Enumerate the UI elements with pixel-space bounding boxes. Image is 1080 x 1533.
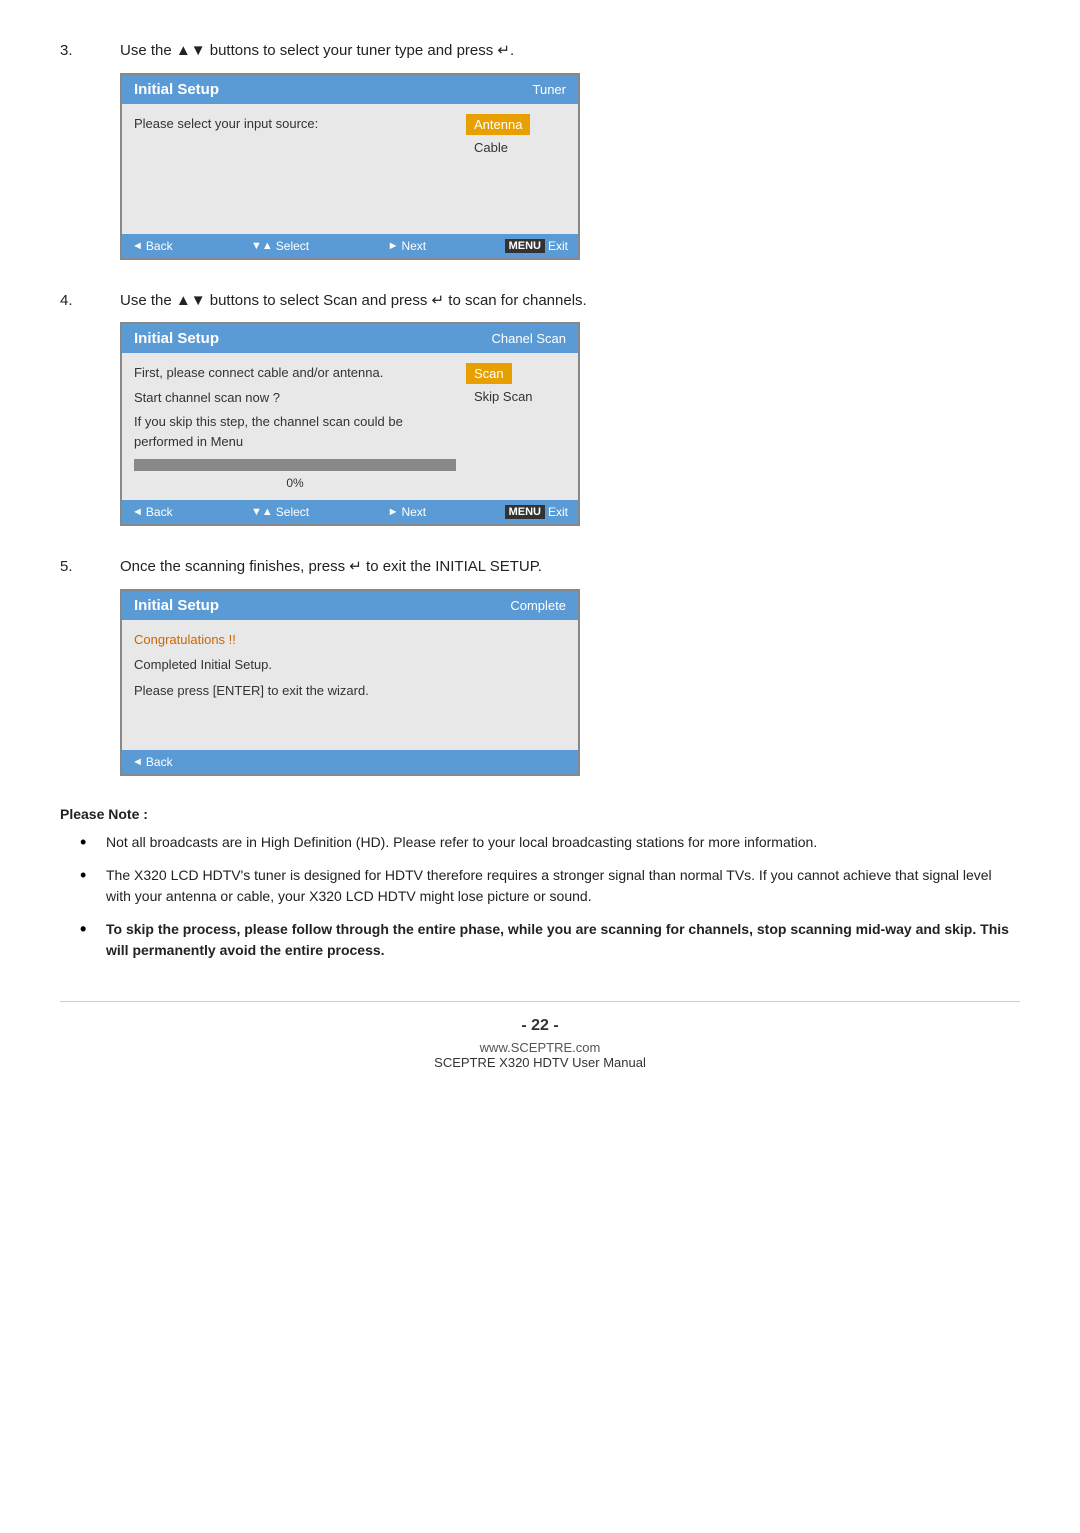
step-4-content: Use the ▲▼ buttons to select Scan and pr… (120, 290, 1020, 527)
step-5-instruction: Once the scanning finishes, press ↵ to e… (120, 556, 1020, 579)
step-number-4: 4. (60, 290, 120, 309)
dialog-scan-header: Initial Setup Chanel Scan (122, 324, 578, 353)
scan-next-icon: ► (388, 506, 399, 518)
option-cable[interactable]: Cable (466, 137, 516, 158)
dialog-scan-options: Scan Skip Scan (466, 363, 566, 490)
scan-progress-bar (134, 459, 456, 471)
footer-next-label: Next (401, 239, 426, 253)
footer-scan-back-btn[interactable]: ◄ Back (132, 505, 173, 519)
dialog-tuner: Initial Setup Tuner Please select your i… (120, 73, 580, 260)
complete-back-icon: ◄ (132, 756, 143, 768)
option-scan[interactable]: Scan (466, 363, 512, 384)
note-item-3: • To skip the process, please follow thr… (80, 919, 1020, 961)
step-4-text-2: buttons to select Scan and press ↵ to sc… (206, 292, 587, 309)
footer-exit-label: Exit (548, 239, 568, 253)
back-icon: ◄ (132, 240, 143, 252)
dialog-tuner-prompt: Please select your input source: (134, 114, 456, 134)
page-number: - 22 - (60, 1017, 1020, 1035)
step-5: 5. Once the scanning finishes, press ↵ t… (60, 556, 1020, 776)
dialog-tuner-section: Tuner (533, 82, 566, 97)
dialog-tuner-body: Please select your input source: Antenna… (122, 104, 578, 234)
menu-box: MENU (505, 239, 545, 253)
select-arrows-icon: ▼▲ (251, 240, 273, 252)
step-3-content: Use the ▲▼ buttons to select your tuner … (120, 40, 1020, 260)
note-item-1: • Not all broadcasts are in High Definit… (80, 832, 1020, 854)
page-footer: - 22 - www.SCEPTRE.com SCEPTRE X320 HDTV… (60, 1001, 1020, 1070)
footer-back-label: Back (146, 239, 173, 253)
step-4: 4. Use the ▲▼ buttons to select Scan and… (60, 290, 1020, 527)
step-number-3: 3. (60, 40, 120, 59)
notes-section: Please Note : • Not all broadcasts are i… (60, 806, 1020, 962)
page-website: www.SCEPTRE.com (60, 1040, 1020, 1055)
bullet-3: • (80, 919, 98, 941)
dialog-scan-body: First, please connect cable and/or anten… (122, 353, 578, 500)
step-5-content: Once the scanning finishes, press ↵ to e… (120, 556, 1020, 776)
step-4-arrows: ▲▼ (176, 292, 206, 309)
footer-scan-select-label: Select (276, 505, 309, 519)
note-text-2: The X320 LCD HDTV's tuner is designed fo… (106, 865, 1020, 907)
step-4-instruction: Use the ▲▼ buttons to select Scan and pr… (120, 290, 1020, 313)
footer-back-btn[interactable]: ◄ Back (132, 239, 173, 253)
note-item-2: • The X320 LCD HDTV's tuner is designed … (80, 865, 1020, 907)
step-3-instruction: Use the ▲▼ buttons to select your tuner … (120, 40, 1020, 63)
footer-scan-back-label: Back (146, 505, 173, 519)
footer-next-btn[interactable]: ► Next (388, 239, 427, 253)
step-3-text-2: buttons to select your tuner type and pr… (206, 42, 515, 59)
option-skip-scan[interactable]: Skip Scan (466, 386, 541, 407)
footer-complete-back-label: Back (146, 755, 173, 769)
next-icon: ► (388, 240, 399, 252)
dialog-complete-congrats: Congratulations !! (134, 630, 566, 650)
dialog-complete-instruction: Please press [ENTER] to exit the wizard. (134, 681, 566, 701)
dialog-complete-completed: Completed Initial Setup. (134, 655, 566, 675)
dialog-scan-footer: ◄ Back ▼▲ Select ► Next MENU Exit (122, 500, 578, 524)
footer-exit-btn[interactable]: MENU Exit (505, 239, 568, 253)
step-number-5: 5. (60, 556, 120, 575)
dialog-complete: Initial Setup Complete Congratulations !… (120, 589, 580, 776)
dialog-tuner-footer: ◄ Back ▼▲ Select ► Next MENU Exit (122, 234, 578, 258)
dialog-tuner-options: Antenna Cable (466, 114, 566, 224)
dialog-complete-footer: ◄ Back (122, 750, 578, 774)
dialog-tuner-title: Initial Setup (134, 81, 219, 98)
scan-select-arrows-icon: ▼▲ (251, 506, 273, 518)
step-4-text-1: Use the (120, 292, 176, 309)
dialog-scan-left: First, please connect cable and/or anten… (134, 363, 466, 490)
step-5-text-1: Once the scanning finishes, press ↵ to e… (120, 558, 542, 575)
scan-back-icon: ◄ (132, 506, 143, 518)
dialog-complete-body: Congratulations !! Completed Initial Set… (122, 620, 578, 750)
step-3-text-1: Use the (120, 42, 176, 59)
dialog-complete-section: Complete (510, 598, 566, 613)
page-model: SCEPTRE X320 HDTV User Manual (60, 1055, 1020, 1070)
dialog-scan: Initial Setup Chanel Scan First, please … (120, 322, 580, 526)
footer-scan-next-label: Next (401, 505, 426, 519)
dialog-tuner-left: Please select your input source: (134, 114, 466, 224)
footer-scan-exit-btn[interactable]: MENU Exit (505, 505, 568, 519)
footer-scan-next-btn[interactable]: ► Next (388, 505, 427, 519)
dialog-complete-title: Initial Setup (134, 597, 219, 614)
footer-scan-select-btn[interactable]: ▼▲ Select (251, 505, 309, 519)
notes-title: Please Note : (60, 806, 1020, 822)
bullet-1: • (80, 832, 98, 854)
dialog-scan-title: Initial Setup (134, 330, 219, 347)
dialog-scan-line2: Start channel scan now ? (134, 388, 456, 408)
note-text-1: Not all broadcasts are in High Definitio… (106, 832, 817, 853)
footer-scan-exit-label: Exit (548, 505, 568, 519)
note-text-3: To skip the process, please follow throu… (106, 919, 1020, 961)
dialog-scan-section: Chanel Scan (492, 331, 566, 346)
notes-list: • Not all broadcasts are in High Definit… (60, 832, 1020, 962)
option-antenna[interactable]: Antenna (466, 114, 530, 135)
footer-select-btn[interactable]: ▼▲ Select (251, 239, 309, 253)
dialog-scan-line3: If you skip this step, the channel scan … (134, 412, 456, 451)
dialog-scan-line1: First, please connect cable and/or anten… (134, 363, 456, 383)
dialog-tuner-header: Initial Setup Tuner (122, 75, 578, 104)
scan-menu-box: MENU (505, 505, 545, 519)
scan-progress-label: 0% (134, 476, 456, 490)
bullet-2: • (80, 865, 98, 887)
step-3-arrows: ▲▼ (176, 42, 206, 59)
footer-complete-back-btn[interactable]: ◄ Back (132, 755, 173, 769)
dialog-complete-header: Initial Setup Complete (122, 591, 578, 620)
step-3: 3. Use the ▲▼ buttons to select your tun… (60, 40, 1020, 260)
footer-select-label: Select (276, 239, 309, 253)
